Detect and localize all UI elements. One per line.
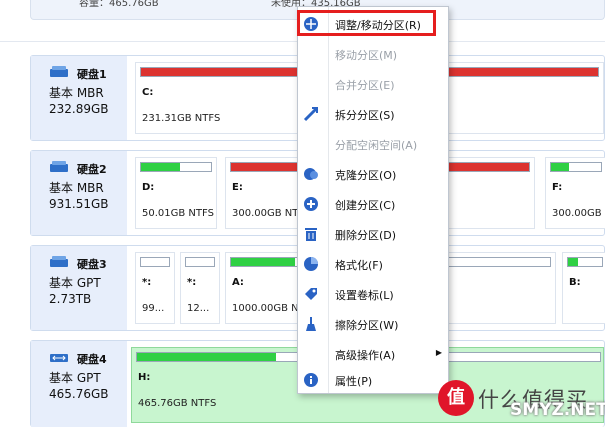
partition-reserved-2[interactable]: *: 12... xyxy=(180,252,220,324)
partition-detail: 231.31GB NTFS xyxy=(142,113,221,124)
menu-item-split[interactable]: 拆分分区(S) xyxy=(298,99,448,129)
partition-detail: 300.00GB N xyxy=(552,208,605,219)
menu-item-move: 移动分区(M) xyxy=(298,39,448,69)
menu-item-label: 创建分区(C) xyxy=(335,199,396,212)
menu-item-label: 分配空闲空间(A) xyxy=(335,139,418,152)
usage-bar xyxy=(567,257,603,267)
disk-info[interactable]: 硬盘2 基本 MBR 931.51GB xyxy=(31,151,127,235)
watermark: 值 什么值得买 SMYZ.NET xyxy=(432,380,605,427)
format-icon xyxy=(304,257,318,271)
menu-item-properties[interactable]: 属性(P) xyxy=(298,365,448,395)
split-icon xyxy=(303,106,319,122)
usage-bar xyxy=(140,162,212,172)
partition-label: *: xyxy=(187,277,197,288)
menu-item-delete[interactable]: 删除分区(D) xyxy=(298,219,448,249)
partition-label: A: xyxy=(232,277,244,288)
menu-item-label: 设置卷标(L) xyxy=(335,289,394,302)
partition-label: F: xyxy=(552,182,563,193)
usage-fill xyxy=(568,258,579,266)
disk-info[interactable]: 硬盘3 基本 GPT 2.73TB xyxy=(31,246,127,330)
disk-name: 硬盘3 xyxy=(77,258,107,271)
disk-type: 基本 MBR xyxy=(49,181,104,195)
info-icon xyxy=(304,373,318,387)
disk-name: 硬盘2 xyxy=(77,163,107,176)
partition-detail: 99... xyxy=(142,303,165,314)
partition-label: *: xyxy=(142,277,152,288)
disk-size: 465.76GB xyxy=(49,387,109,401)
usage-bar xyxy=(185,257,215,267)
partition-d[interactable]: D: 50.01GB NTFS xyxy=(135,157,217,229)
menu-item-label: 克隆分区(O) xyxy=(335,169,397,182)
usage-fill xyxy=(141,163,180,171)
hard-disk-icon xyxy=(50,256,68,267)
menu-item-label: 高级操作(A) xyxy=(335,349,396,362)
disk-name: 硬盘1 xyxy=(77,68,107,81)
menu-item-set-label[interactable]: 设置卷标(L) xyxy=(298,279,448,309)
watermark-badge: 值 xyxy=(438,380,474,416)
disk-size: 931.51GB xyxy=(49,197,109,211)
delete-icon xyxy=(305,228,317,241)
usage-bar xyxy=(140,257,170,267)
partition-label: E: xyxy=(232,182,243,193)
disk-type: 基本 GPT xyxy=(49,371,101,385)
menu-item-wipe[interactable]: 擦除分区(W) xyxy=(298,309,448,339)
partition-detail: 50.01GB NTFS xyxy=(142,208,214,219)
tag-icon xyxy=(305,288,317,300)
disk-size: 232.89GB xyxy=(49,102,109,116)
menu-item-label: 拆分分区(S) xyxy=(335,109,395,122)
menu-item-label: 擦除分区(W) xyxy=(335,319,399,332)
highlight-box xyxy=(297,10,436,36)
menu-item-clone[interactable]: 克隆分区(O) xyxy=(298,159,448,189)
disk-type: 基本 MBR xyxy=(49,86,104,100)
menu-item-create[interactable]: 创建分区(C) xyxy=(298,189,448,219)
clone-icon xyxy=(304,168,318,180)
menu-item-format[interactable]: 格式化(F) xyxy=(298,249,448,279)
usage-fill xyxy=(231,258,295,266)
menu-item-merge: 合并分区(E) xyxy=(298,69,448,99)
disk-info[interactable]: 硬盘1 基本 MBR 232.89GB xyxy=(31,56,127,140)
partition-context-menu: 调整/移动分区(R) 移动分区(M) 合并分区(E) 拆分分区(S) 分配空闲空… xyxy=(297,6,449,394)
capacity-text: 容量：465.76GB xyxy=(79,0,159,8)
partition-label: C: xyxy=(142,87,154,98)
menu-item-allocate-free-space: 分配空闲空间(A) xyxy=(298,129,448,159)
disk-size: 2.73TB xyxy=(49,292,92,306)
create-icon xyxy=(304,197,318,211)
menu-item-label: 格式化(F) xyxy=(335,259,383,272)
menu-item-label: 删除分区(D) xyxy=(335,229,397,242)
hard-disk-icon xyxy=(50,354,68,362)
partition-f[interactable]: F: 300.00GB N xyxy=(545,157,605,229)
usage-fill xyxy=(551,163,569,171)
partition-reserved-1[interactable]: *: 99... xyxy=(135,252,175,324)
hard-disk-icon xyxy=(50,161,68,172)
broom-icon xyxy=(306,317,316,331)
disk-type: 基本 GPT xyxy=(49,276,101,290)
disk-name: 硬盘4 xyxy=(77,353,107,366)
partition-detail: 465.76GB NTFS xyxy=(138,398,217,409)
menu-item-label: 移动分区(M) xyxy=(335,49,398,62)
watermark-subtext: SMYZ.NET xyxy=(510,400,605,420)
partition-detail: 12... xyxy=(187,303,210,314)
submenu-arrow-icon: ▶ xyxy=(435,348,442,357)
partition-b[interactable]: B: xyxy=(562,252,605,324)
disk-info[interactable]: 硬盘4 基本 GPT 465.76GB xyxy=(31,341,127,427)
partition-label: B: xyxy=(569,277,581,288)
usage-fill xyxy=(137,353,276,361)
usage-bar xyxy=(550,162,602,172)
menu-item-label: 属性(P) xyxy=(335,375,373,388)
partition-label: D: xyxy=(142,182,155,193)
partition-label: H: xyxy=(138,372,151,383)
menu-item-label: 合并分区(E) xyxy=(335,79,395,92)
hard-disk-icon xyxy=(50,66,68,77)
